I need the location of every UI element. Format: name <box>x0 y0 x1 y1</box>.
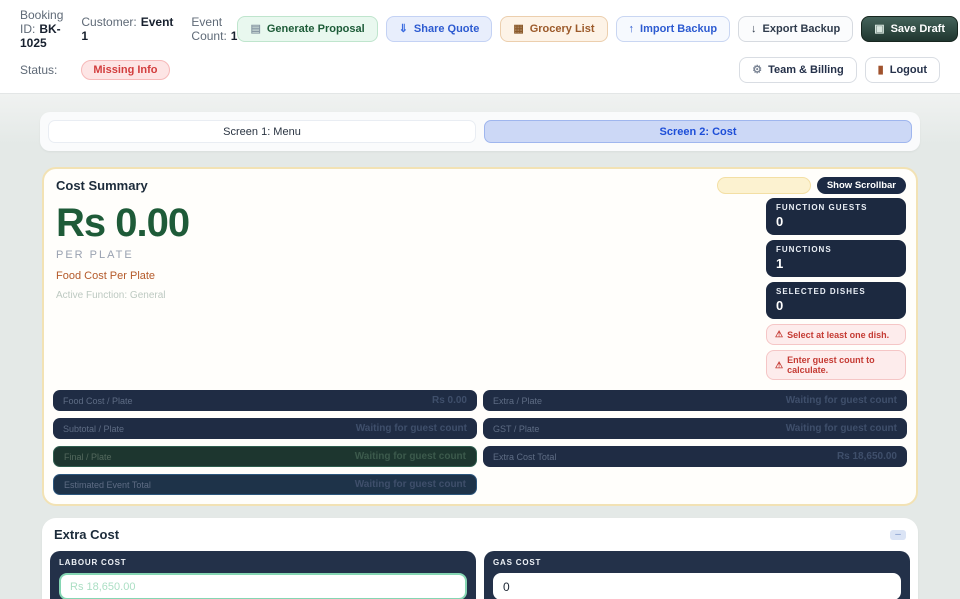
gas-cost-field: GAS COST <box>484 551 910 599</box>
team-billing-button[interactable]: ⚙Team & Billing <box>739 57 856 83</box>
cost-rows: Food Cost / PlateRs 0.00 Extra / PlateWa… <box>52 390 908 495</box>
floppy-icon: ▣ <box>874 24 884 35</box>
stat-label: FUNCTION GUESTS <box>776 203 896 212</box>
row-subtotal-plate: Subtotal / PlateWaiting for guest count <box>53 418 477 439</box>
cost-summary-title: Cost Summary <box>56 178 148 193</box>
selected-dishes-stat: SELECTED DISHES 0 <box>766 282 906 319</box>
header-actions: ▤Generate Proposal ⇓Share Quote ▦Grocery… <box>237 16 960 42</box>
per-plate-amount: Rs 0.00 <box>56 202 189 244</box>
gas-cost-input[interactable] <box>493 573 901 599</box>
download-icon: ↓ <box>751 24 757 35</box>
row-final-plate: Final / PlateWaiting for guest count <box>53 446 477 467</box>
event-count: Event Count:1 <box>191 15 237 43</box>
save-draft-button[interactable]: ▣Save Draft <box>861 16 958 42</box>
labour-cost-label: LABOUR COST <box>59 558 467 567</box>
row-extra-plate: Extra / PlateWaiting for guest count <box>483 390 907 411</box>
tab-screen2-cost[interactable]: Screen 2: Cost <box>484 120 912 143</box>
functions-stat: FUNCTIONS 1 <box>766 240 906 277</box>
highlighted-pill-button[interactable] <box>717 177 811 194</box>
labour-cost-field: LABOUR COST <box>50 551 476 599</box>
booking-info: Booking ID:BK-1025 Customer:Event 1 Even… <box>20 8 237 50</box>
gear-icon: ⚙ <box>752 65 762 76</box>
stat-value: 0 <box>776 298 896 313</box>
share-quote-button[interactable]: ⇓Share Quote <box>386 16 493 42</box>
status-badge: Missing Info <box>81 60 169 80</box>
alert-guest-count: ⚠ Enter guest count to calculate. <box>766 350 906 380</box>
status-row: Status: Missing Info <box>20 60 170 80</box>
alert-select-dish: ⚠ Select at least one dish. <box>766 324 906 345</box>
logout-button[interactable]: ▮Logout <box>865 57 940 83</box>
extra-cost-title: Extra Cost <box>54 527 119 542</box>
gas-cost-label: GAS COST <box>493 558 901 567</box>
grocery-list-button[interactable]: ▦Grocery List <box>500 16 607 42</box>
row-extra-cost-total: Extra Cost TotalRs 18,650.00 <box>483 446 907 467</box>
export-backup-button[interactable]: ↓Export Backup <box>738 16 853 42</box>
upload-icon: ↑ <box>629 24 635 35</box>
share-icon: ⇓ <box>399 24 408 35</box>
stat-value: 1 <box>776 256 896 271</box>
top-header: Booking ID:BK-1025 Customer:Event 1 Even… <box>0 0 960 94</box>
warning-icon: ⚠ <box>775 360 783 371</box>
tab-screen1-menu[interactable]: Screen 1: Menu <box>48 120 476 143</box>
main-content: Screen 1: Menu Screen 2: Cost Cost Summa… <box>0 94 960 599</box>
per-plate-label: PER PLATE <box>56 249 189 261</box>
show-scrollbar-button[interactable]: Show Scrollbar <box>817 177 906 194</box>
labour-cost-input[interactable] <box>59 573 467 599</box>
collapse-icon[interactable]: – <box>890 530 906 540</box>
stat-value: 0 <box>776 214 896 229</box>
per-plate-summary: Rs 0.00 PER PLATE Food Cost Per Plate Ac… <box>56 198 189 380</box>
extra-cost-fields: LABOUR COST GAS COST TRANSPORT COST OTHE… <box>50 551 910 599</box>
function-guests-stat: FUNCTION GUESTS 0 <box>766 198 906 235</box>
cost-summary-card: Cost Summary Show Scrollbar Rs 0.00 PER … <box>42 167 918 506</box>
door-icon: ▮ <box>878 65 884 76</box>
proposal-icon: ▤ <box>250 24 260 35</box>
active-function-label: Active Function: General <box>56 290 189 301</box>
stat-label: FUNCTIONS <box>776 245 896 254</box>
row-gst-plate: GST / PlateWaiting for guest count <box>483 418 907 439</box>
warning-icon: ⚠ <box>775 329 783 340</box>
extra-cost-card: Extra Cost – LABOUR COST GAS COST TRANSP… <box>42 518 918 599</box>
import-backup-button[interactable]: ↑Import Backup <box>616 16 731 42</box>
booking-id: Booking ID:BK-1025 <box>20 8 63 50</box>
summary-side-panel: FUNCTION GUESTS 0 FUNCTIONS 1 SELECTED D… <box>766 198 906 380</box>
status-label: Status: <box>20 63 57 77</box>
food-cost-per-plate-label: Food Cost Per Plate <box>56 270 189 282</box>
grocery-icon: ▦ <box>513 24 523 35</box>
stat-label: SELECTED DISHES <box>776 287 896 296</box>
row-food-cost-plate: Food Cost / PlateRs 0.00 <box>53 390 477 411</box>
generate-proposal-button[interactable]: ▤Generate Proposal <box>237 16 377 42</box>
row-estimated-event-total: Estimated Event TotalWaiting for guest c… <box>53 474 477 495</box>
screen-tabs: Screen 1: Menu Screen 2: Cost <box>40 112 920 151</box>
customer: Customer:Event 1 <box>81 15 173 43</box>
